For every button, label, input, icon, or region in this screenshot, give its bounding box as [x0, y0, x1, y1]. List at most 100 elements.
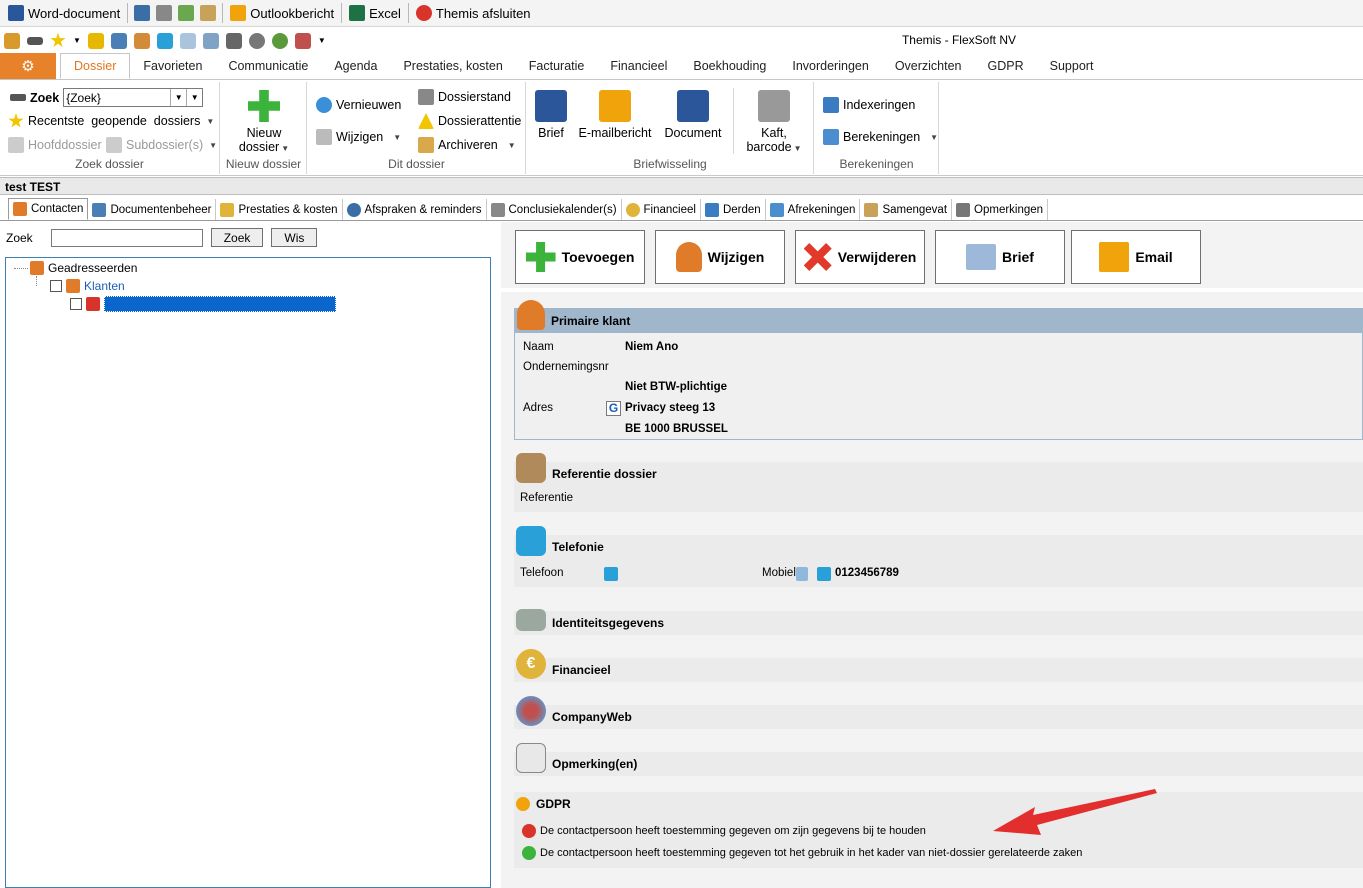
berekeningen-button[interactable]: Berekeningen ▼ [823, 129, 938, 145]
checkbox[interactable] [70, 298, 82, 310]
zoek-row: Zoek {Zoek} ▼ ▼ [10, 88, 204, 107]
copy-icon[interactable] [179, 32, 196, 49]
clear-button[interactable]: Wis [271, 228, 318, 247]
scales-icon[interactable] [4, 32, 20, 49]
zoek-combo[interactable]: {Zoek} ▼ ▼ [63, 88, 204, 107]
tab-derden[interactable]: Derden [701, 199, 766, 220]
tab-financieel[interactable]: Financieel [622, 199, 701, 220]
tab-gdpr[interactable]: GDPR [975, 53, 1037, 79]
tab-documentenbeheer[interactable]: Documentenbeheer [88, 199, 217, 220]
phone-icon[interactable] [156, 32, 173, 49]
tab-afspraken-reminders[interactable]: Afspraken & reminders [343, 199, 487, 220]
tab-samengevat[interactable]: Samengevat [860, 199, 953, 220]
tab-support[interactable]: Support [1037, 53, 1107, 79]
tab-agenda[interactable]: Agenda [321, 53, 390, 79]
separator [127, 3, 129, 23]
calculator-icon[interactable] [110, 32, 127, 49]
save-icon[interactable] [134, 5, 151, 21]
settings-icon[interactable] [248, 32, 265, 49]
close-themis-button[interactable]: Themis afsluiten [412, 2, 535, 24]
dossierstand-button[interactable]: Dossierstand [418, 89, 511, 105]
google-maps-icon[interactable]: G [606, 401, 621, 416]
document-button[interactable]: Document [661, 90, 725, 140]
archive-icon [418, 137, 434, 153]
green-check-icon[interactable] [522, 846, 536, 860]
chevron-down-icon[interactable]: ▼ [73, 36, 81, 45]
tab-financieel[interactable]: Financieel [597, 53, 680, 79]
tree-node-client[interactable] [70, 296, 336, 312]
chevron-down-icon[interactable]: ▼ [318, 36, 326, 45]
clock-icon [220, 202, 235, 217]
clipboard-icon[interactable] [133, 32, 150, 49]
printer-settings-icon[interactable] [200, 5, 217, 21]
excel-button[interactable]: Excel [345, 2, 405, 24]
tab-conclusiekalender[interactable]: Conclusiekalender(s) [487, 199, 622, 220]
subdossier-button[interactable]: Subdossier(s) ▼ [106, 137, 217, 153]
kaft-barcode-button[interactable]: Kaft, barcode ▼ [741, 90, 807, 156]
print-icon[interactable] [156, 5, 173, 21]
call-icon[interactable] [604, 567, 618, 581]
wijzigen-button[interactable]: Wijzigen ▼ [316, 129, 401, 145]
section-header: GDPR [514, 792, 1363, 816]
section-identiteitsgegevens: Identiteitsgegevens [514, 609, 1363, 635]
wijzigen-contact-button[interactable]: Wijzigen [655, 230, 785, 284]
tab-contacten[interactable]: Contacten [8, 198, 89, 220]
recycle-icon[interactable] [271, 32, 288, 49]
group-label: Berekeningen [839, 157, 914, 171]
table-icon [823, 129, 839, 145]
chevron-down-icon[interactable]: ▼ [170, 89, 186, 106]
tab-prestaties-kosten[interactable]: Prestaties & kosten [216, 199, 343, 220]
brief-contact-button[interactable]: Brief [935, 230, 1065, 284]
nieuw-dossier-button[interactable]: Nieuw dossier ▼ [235, 90, 293, 156]
quick-access-toolbar: ▼ ▼ Themis - FlexSoft NV [0, 27, 1363, 54]
people-icon [30, 261, 44, 275]
tab-dossier[interactable]: Dossier [60, 53, 131, 79]
tree-node-geadresseerden[interactable]: Geadresseerden [30, 261, 137, 275]
indexeringen-button[interactable]: Indexeringen [823, 97, 915, 113]
star-icon[interactable] [50, 32, 66, 48]
sms-icon[interactable] [796, 567, 808, 581]
envelope-icon[interactable] [202, 32, 219, 49]
tab-overzichten[interactable]: Overzichten [882, 53, 975, 79]
vernieuwen-button[interactable]: Vernieuwen [316, 97, 401, 113]
dossierattentie-button[interactable]: Dossierattentie [418, 113, 521, 129]
archiveren-button[interactable]: Archiveren ▼ [418, 137, 516, 153]
emailbericht-button[interactable]: E-mailbericht [577, 90, 653, 140]
brief-button[interactable]: Brief [533, 90, 569, 140]
export-icon[interactable] [294, 32, 311, 49]
tab-invorderingen[interactable]: Invorderingen [779, 53, 881, 79]
outlook-message-button[interactable]: Outlookbericht [226, 2, 338, 24]
client-name: Niem Ano [625, 341, 679, 353]
search-input[interactable] [50, 228, 203, 247]
chevron-down-icon[interactable]: ▼ [186, 89, 202, 106]
hoofddossier-button[interactable]: Hoofddossier [8, 137, 102, 153]
call-icon[interactable] [817, 567, 831, 581]
tab-boekhouding[interactable]: Boekhouding [680, 53, 779, 79]
tab-facturatie[interactable]: Facturatie [516, 53, 598, 79]
tab-opmerkingen[interactable]: Opmerkingen [952, 199, 1049, 220]
recent-dossiers-button[interactable]: Recentste geopende dossiers ▼ [8, 113, 214, 129]
person-icon [517, 300, 545, 330]
email-contact-button[interactable]: Email [1071, 230, 1201, 284]
tab-communicatie[interactable]: Communicatie [215, 53, 321, 79]
print-preview-icon[interactable] [178, 5, 195, 21]
glasses-icon[interactable] [27, 36, 43, 45]
fax-icon[interactable] [225, 32, 242, 49]
app-menu-button[interactable]: ⚙ [0, 53, 56, 79]
tab-afrekeningen[interactable]: Afrekeningen [766, 199, 861, 220]
search-button[interactable]: Zoek [210, 228, 264, 247]
pin-icon[interactable] [87, 32, 104, 49]
selected-client-highlight[interactable] [104, 296, 336, 312]
tree-node-klanten[interactable]: Klanten [50, 279, 125, 293]
word-document-button[interactable]: Word-document [4, 2, 124, 24]
red-check-icon[interactable] [522, 824, 536, 838]
verwijderen-button[interactable]: Verwijderen [795, 230, 925, 284]
contacts-tree[interactable]: Geadresseerden Klanten [5, 257, 491, 888]
tab-prestaties[interactable]: Prestaties, kosten [390, 53, 515, 79]
outlook-icon [599, 90, 631, 122]
toevoegen-button[interactable]: Toevoegen [515, 230, 645, 284]
tab-favorieten[interactable]: Favorieten [130, 53, 215, 79]
checkbox[interactable] [50, 280, 62, 292]
contacts-icon [13, 202, 27, 216]
clock-icon [346, 202, 361, 217]
